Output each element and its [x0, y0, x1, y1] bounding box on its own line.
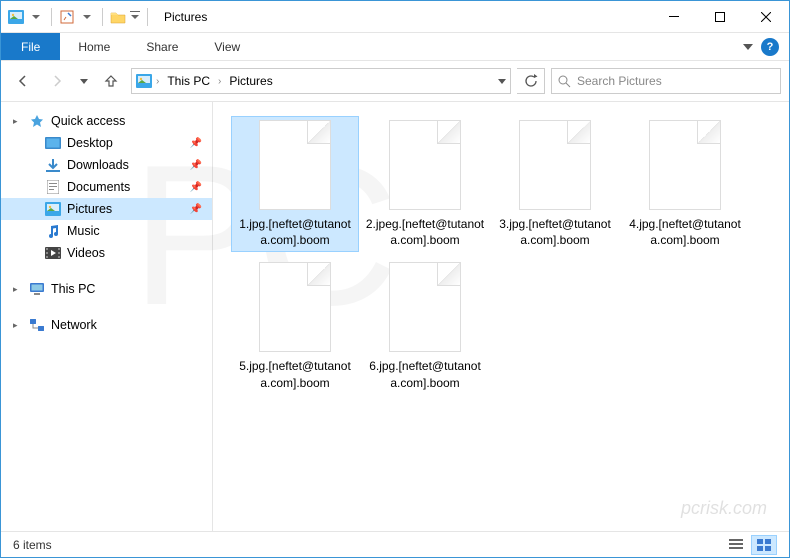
address-dropdown-icon[interactable] — [498, 79, 506, 84]
details-view-button[interactable] — [723, 535, 749, 555]
recent-dropdown-icon[interactable] — [77, 67, 91, 95]
file-thumbnail-icon — [259, 120, 331, 210]
window-title: Pictures — [164, 10, 207, 24]
star-icon — [29, 113, 45, 129]
search-placeholder: Search Pictures — [577, 74, 662, 88]
monitor-icon — [29, 281, 45, 297]
file-thumbnail-icon — [649, 120, 721, 210]
sidebar-item-label: Videos — [67, 246, 105, 260]
file-item[interactable]: 2.jpeg.[neftet@tutanota.com].boom — [361, 116, 489, 252]
sidebar: Quick access Desktop📌Downloads📌Documents… — [1, 102, 213, 531]
back-button[interactable] — [9, 67, 37, 95]
file-thumbnail-icon — [259, 262, 331, 352]
file-thumbnail-icon — [519, 120, 591, 210]
address-pictures-icon — [136, 73, 152, 89]
pin-icon: 📌 — [190, 182, 202, 193]
file-item[interactable]: 4.jpg.[neftet@tutanota.com].boom — [621, 116, 749, 252]
sidebar-network[interactable]: Network — [1, 314, 212, 336]
sidebar-item-label: Documents — [67, 180, 130, 194]
maximize-button[interactable] — [697, 1, 743, 33]
file-item[interactable]: 6.jpg.[neftet@tutanota.com].boom — [361, 258, 489, 394]
pin-icon: 📌 — [190, 160, 202, 171]
file-name: 3.jpg.[neftet@tutanota.com].boom — [495, 216, 615, 248]
sidebar-item-downloads[interactable]: Downloads 📌 — [1, 154, 212, 176]
sidebar-item-label: Downloads — [67, 158, 129, 172]
sidebar-item-label: Pictures — [67, 202, 112, 216]
sidebar-item-videos[interactable]: Videos — [1, 242, 212, 264]
ribbon-file-tab[interactable]: File — [1, 33, 60, 60]
ribbon-tab-share[interactable]: Share — [128, 33, 196, 60]
sidebar-quick-access[interactable]: Quick access — [1, 110, 212, 132]
file-item[interactable]: 1.jpg.[neftet@tutanota.com].boom — [231, 116, 359, 252]
forward-button[interactable] — [43, 67, 71, 95]
file-item[interactable]: 5.jpg.[neftet@tutanota.com].boom — [231, 258, 359, 394]
pictures-icon — [45, 201, 61, 217]
sidebar-item-music[interactable]: Music — [1, 220, 212, 242]
ribbon: File Home Share View ? — [1, 33, 789, 61]
statusbar: 6 items — [1, 531, 789, 557]
sidebar-item-desktop[interactable]: Desktop 📌 — [1, 132, 212, 154]
file-name: 1.jpg.[neftet@tutanota.com].boom — [235, 216, 355, 248]
sidebar-label: Network — [51, 318, 97, 332]
sidebar-label: Quick access — [51, 114, 125, 128]
close-button[interactable] — [743, 1, 789, 33]
pin-icon: 📌 — [190, 204, 202, 215]
up-button[interactable] — [97, 67, 125, 95]
file-name: 4.jpg.[neftet@tutanota.com].boom — [625, 216, 745, 248]
network-icon — [29, 317, 45, 333]
qat-dropdown2-icon[interactable] — [78, 8, 96, 26]
search-input[interactable]: Search Pictures — [551, 68, 781, 94]
sidebar-item-pictures[interactable]: Pictures 📌 — [1, 198, 212, 220]
file-name: 5.jpg.[neftet@tutanota.com].boom — [235, 358, 355, 390]
sidebar-item-label: Music — [67, 224, 100, 238]
app-icon — [7, 8, 25, 26]
file-name: 6.jpg.[neftet@tutanota.com].boom — [365, 358, 485, 390]
search-icon — [558, 75, 571, 88]
titlebar-dropdown-icon[interactable] — [129, 8, 141, 26]
help-button[interactable]: ? — [761, 38, 779, 56]
ribbon-tab-home[interactable]: Home — [60, 33, 128, 60]
minimize-button[interactable] — [651, 1, 697, 33]
chevron-right-icon[interactable]: › — [218, 76, 221, 87]
ribbon-expand-icon[interactable] — [743, 44, 753, 50]
documents-icon — [45, 179, 61, 195]
pin-icon: 📌 — [190, 138, 202, 149]
sidebar-item-label: Desktop — [67, 136, 113, 150]
refresh-button[interactable] — [517, 68, 545, 94]
desktop-icon — [45, 135, 61, 151]
file-name: 2.jpeg.[neftet@tutanota.com].boom — [365, 216, 485, 248]
titlebar: Pictures — [1, 1, 789, 33]
qat-properties-icon[interactable] — [58, 8, 76, 26]
music-icon — [45, 223, 61, 239]
downloads-icon — [45, 157, 61, 173]
folder-icon — [109, 8, 127, 26]
status-count: 6 items — [13, 538, 52, 552]
file-list[interactable]: 1.jpg.[neftet@tutanota.com].boom 2.jpeg.[… — [213, 102, 789, 531]
videos-icon — [45, 245, 61, 261]
sidebar-item-documents[interactable]: Documents 📌 — [1, 176, 212, 198]
ribbon-tab-view[interactable]: View — [196, 33, 258, 60]
file-thumbnail-icon — [389, 262, 461, 352]
sidebar-this-pc[interactable]: This PC — [1, 278, 212, 300]
address-box[interactable]: › This PC › Pictures — [131, 68, 511, 94]
file-thumbnail-icon — [389, 120, 461, 210]
thumbnails-view-button[interactable] — [751, 535, 777, 555]
chevron-right-icon[interactable]: › — [156, 76, 159, 87]
breadcrumb-pictures[interactable]: Pictures — [225, 72, 276, 90]
sidebar-label: This PC — [51, 282, 95, 296]
qat-dropdown-icon[interactable] — [27, 8, 45, 26]
breadcrumb-this-pc[interactable]: This PC — [163, 72, 214, 90]
addressbar: › This PC › Pictures Search Pictures — [1, 61, 789, 101]
file-item[interactable]: 3.jpg.[neftet@tutanota.com].boom — [491, 116, 619, 252]
